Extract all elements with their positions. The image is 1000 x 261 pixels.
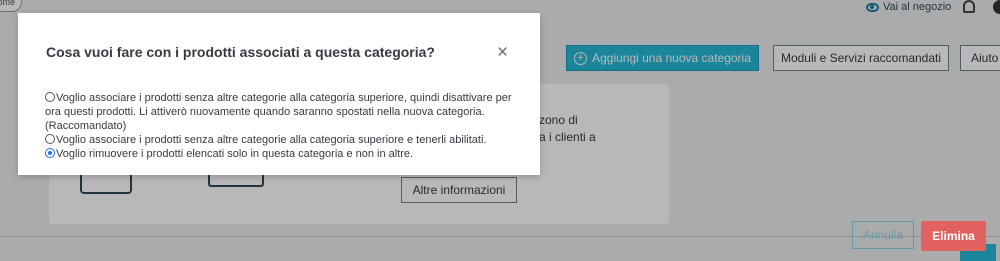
close-icon[interactable]: × — [497, 43, 508, 63]
option-disable-products[interactable]: Voglio associare i prodotti senza altre … — [45, 91, 515, 133]
dialog-title: Cosa vuoi fare con i prodotti associati … — [46, 44, 435, 60]
options-list: Voglio associare i prodotti senza altre … — [45, 91, 515, 161]
delete-category-dialog: Cosa vuoi fare con i prodotti associati … — [18, 13, 540, 175]
delete-button[interactable]: Elimina — [921, 221, 986, 251]
option-label: Voglio rimuovere i prodotti elencati sol… — [56, 148, 414, 160]
radio-button[interactable] — [45, 134, 55, 144]
option-remove-products[interactable]: Voglio rimuovere i prodotti elencati sol… — [45, 147, 515, 161]
option-label: Voglio associare i prodotti senza altre … — [45, 92, 512, 132]
radio-button-selected[interactable] — [45, 148, 55, 158]
radio-button[interactable] — [45, 92, 55, 102]
option-label: Voglio associare i prodotti senza altre … — [56, 134, 487, 146]
option-keep-enabled[interactable]: Voglio associare i prodotti senza altre … — [45, 133, 515, 147]
